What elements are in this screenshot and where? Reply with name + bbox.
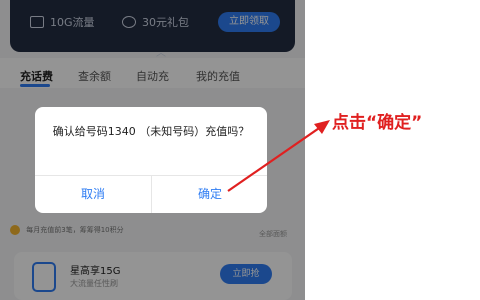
arrow-line	[227, 123, 326, 192]
annotation-label: 点击“确定”	[332, 113, 423, 133]
arrow-head	[314, 120, 330, 134]
annotation-arrow	[227, 120, 330, 192]
